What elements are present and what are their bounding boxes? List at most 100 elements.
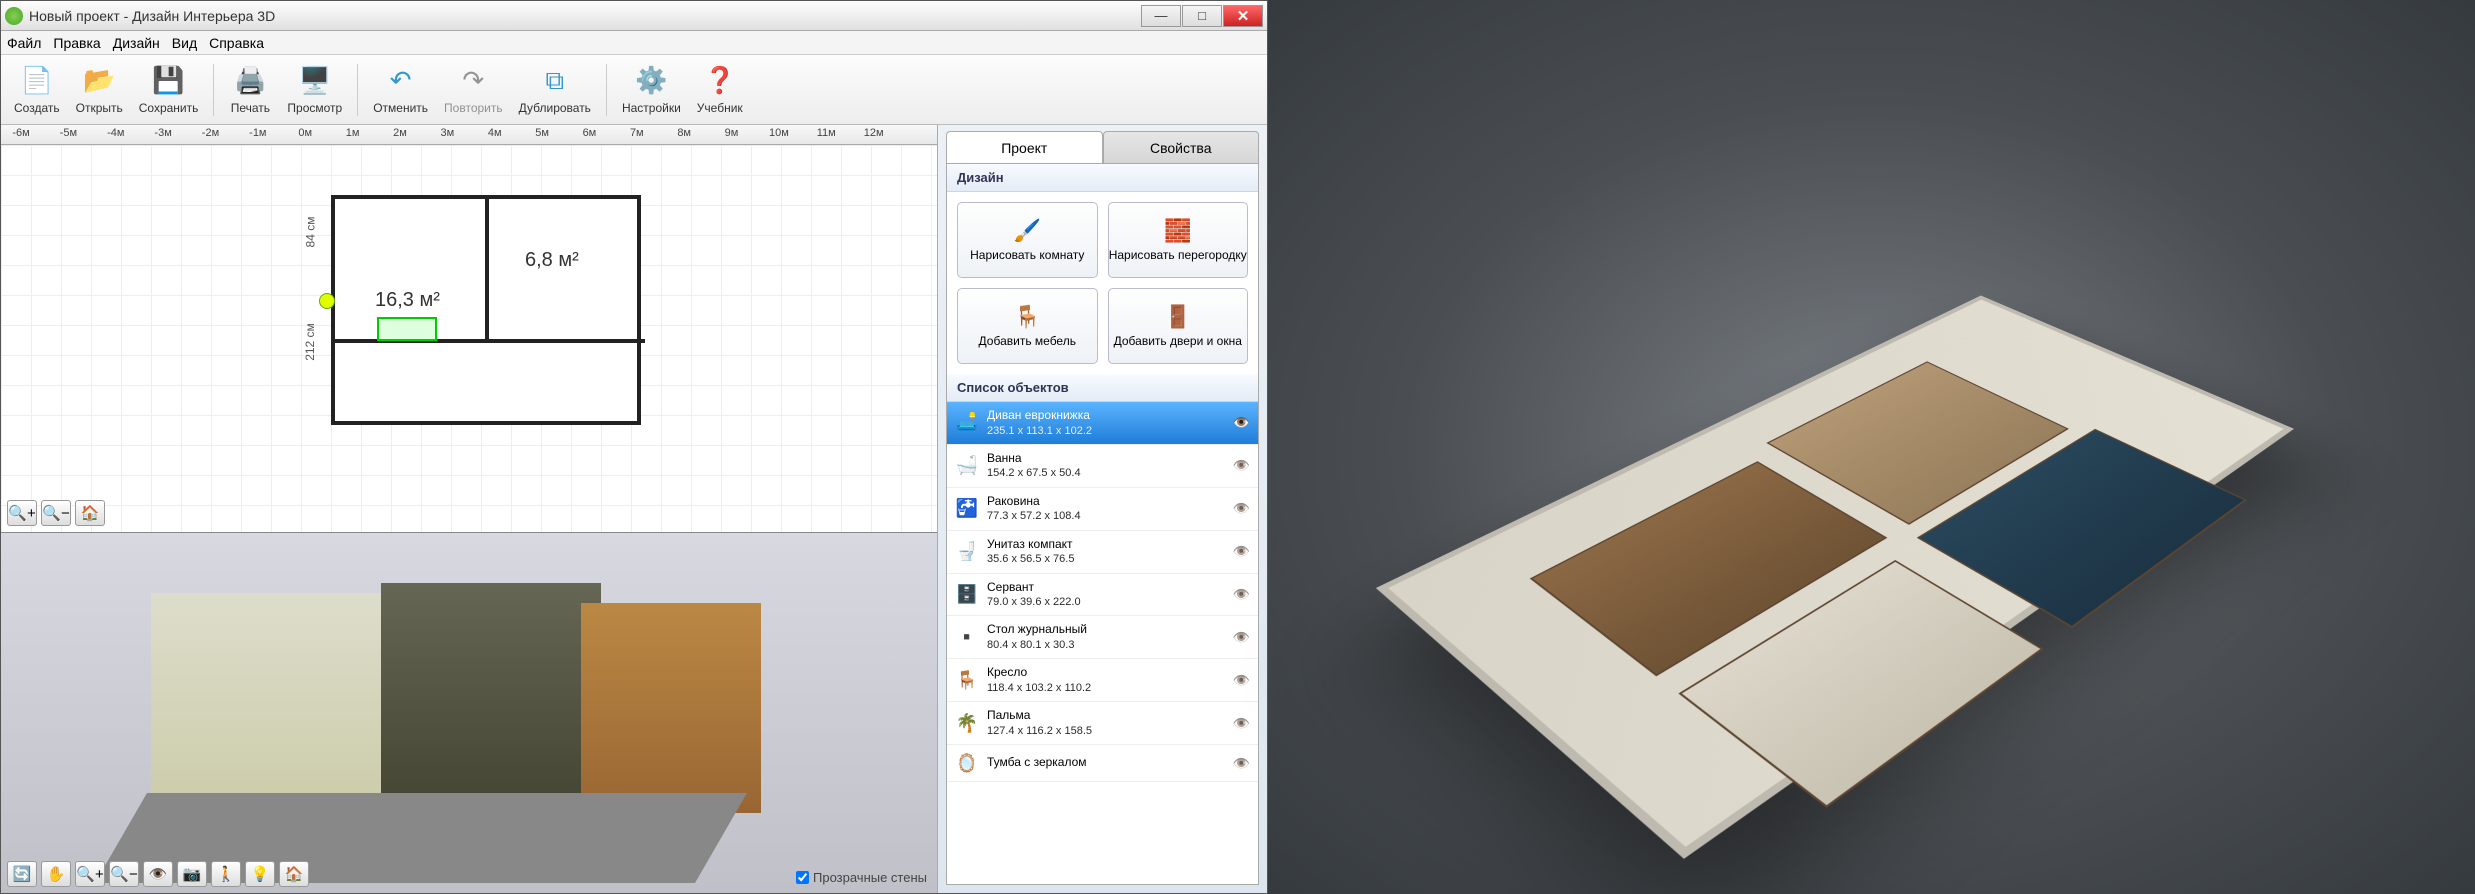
wall-mid — [381, 583, 601, 813]
app-icon — [5, 7, 23, 25]
draw-room-button[interactable]: 🖌️Нарисовать комнату — [957, 202, 1098, 278]
walk-button[interactable]: 🚶 — [211, 861, 241, 887]
visibility-icon[interactable]: 👁️ — [1233, 672, 1250, 689]
plan-nav-controls: 🔍+ 🔍− 🏠 — [7, 500, 105, 526]
preview-button[interactable]: 🖥️Просмотр — [280, 59, 349, 121]
redo-button[interactable]: ↷Повторить — [437, 59, 510, 121]
isometric-scene — [1392, 97, 2352, 797]
object-icon: 🚰 — [955, 497, 979, 521]
home-button[interactable]: 🏠 — [75, 500, 105, 526]
menu-edit[interactable]: Правка — [53, 35, 100, 51]
maximize-button[interactable]: □ — [1182, 5, 1222, 27]
floorplan-view[interactable]: 16,3 м² 6,8 м² 84 см 212 см 🔍+ 🔍− 🏠 — [1, 145, 937, 533]
visibility-icon[interactable]: 👁️ — [1233, 586, 1250, 603]
zoom-out-button[interactable]: 🔍− — [41, 500, 71, 526]
app-window: Новый проект - Дизайн Интерьера 3D — □ ✕… — [0, 0, 1268, 894]
view-mode-button[interactable]: 👁️ — [143, 861, 173, 887]
tab-project[interactable]: Проект — [946, 131, 1103, 163]
visibility-icon[interactable]: 👁️ — [1233, 755, 1250, 772]
menu-view[interactable]: Вид — [172, 35, 197, 51]
list-item[interactable]: 🌴Пальма127.4 x 116.2 x 158.5👁️ — [947, 702, 1258, 745]
visibility-icon[interactable]: 👁️ — [1233, 629, 1250, 646]
ruler-tick-label: 1м — [346, 127, 360, 139]
home-3d-button[interactable]: 🏠 — [279, 861, 309, 887]
object-dims: 118.4 x 103.2 x 110.2 — [987, 681, 1225, 695]
canvas-area: -6м-5м-4м-3м-2м-1м0м1м2м3м4м5м6м7м8м9м10… — [1, 125, 937, 893]
settings-button[interactable]: ⚙️Настройки — [615, 59, 688, 121]
list-item[interactable]: 🚽Унитаз компакт35.6 x 56.5 x 76.5👁️ — [947, 531, 1258, 574]
duplicate-button[interactable]: ⧉Дублировать — [512, 59, 598, 121]
ruler-tick-label: -4м — [107, 127, 124, 139]
list-item[interactable]: 🪞Тумба с зеркалом👁️ — [947, 745, 1258, 782]
visibility-icon[interactable]: 👁️ — [1233, 715, 1250, 732]
list-item[interactable]: 🪑Кресло118.4 x 103.2 x 110.2👁️ — [947, 659, 1258, 702]
object-icon: 🚽 — [955, 540, 979, 564]
zoom-in-3d-button[interactable]: 🔍+ — [75, 861, 105, 887]
object-icon: 🛋️ — [955, 411, 979, 435]
create-button[interactable]: 📄Создать — [7, 59, 67, 121]
object-list[interactable]: 🛋️ Диван еврокнижка235.1 x 113.1 x 102.2 👁… — [947, 402, 1258, 884]
object-name: Сервант — [987, 580, 1225, 596]
design-section-header: Дизайн — [947, 164, 1258, 192]
save-button[interactable]: 💾Сохранить — [132, 59, 206, 121]
light-button[interactable]: 💡 — [245, 861, 275, 887]
menu-help[interactable]: Справка — [209, 35, 264, 51]
menu-file[interactable]: Файл — [7, 35, 41, 51]
selected-sofa[interactable] — [377, 317, 437, 341]
brush-icon: 🖌️ — [1014, 218, 1041, 244]
separator — [606, 64, 607, 116]
tab-properties[interactable]: Свойства — [1103, 131, 1260, 163]
zoom-in-button[interactable]: 🔍+ — [7, 500, 37, 526]
visibility-icon[interactable]: 👁️ — [1233, 414, 1250, 431]
zoom-out-3d-button[interactable]: 🔍− — [109, 861, 139, 887]
ruler-tick-label: -6м — [12, 127, 29, 139]
resize-handle[interactable] — [319, 293, 335, 309]
object-text: Сервант79.0 x 39.6 x 222.0 — [987, 580, 1225, 610]
separator — [213, 64, 214, 116]
save-icon: 💾 — [153, 65, 185, 97]
object-name: Пальма — [987, 708, 1225, 724]
list-item[interactable]: 🛁Ванна154.2 x 67.5 x 50.4👁️ — [947, 445, 1258, 488]
object-dims: 235.1 x 113.1 x 102.2 — [987, 424, 1225, 438]
ruler-tick-label: 11м — [817, 127, 836, 139]
visibility-icon[interactable]: 👁️ — [1233, 500, 1250, 517]
list-item[interactable]: 🚰Раковина77.3 x 57.2 x 108.4👁️ — [947, 488, 1258, 531]
print-button[interactable]: 🖨️Печать — [222, 59, 278, 121]
menu-design[interactable]: Дизайн — [113, 35, 160, 51]
add-furniture-button[interactable]: 🪑Добавить мебель — [957, 288, 1098, 364]
pan-button[interactable]: ✋ — [41, 861, 71, 887]
ruler-tick-label: 7м — [630, 127, 644, 139]
orbit-button[interactable]: 🔄 — [7, 861, 37, 887]
3d-nav-controls: 🔄 ✋ 🔍+ 🔍− 👁️ 📷 🚶 💡 🏠 — [7, 861, 309, 887]
3d-view[interactable]: 🔄 ✋ 🔍+ 🔍− 👁️ 📷 🚶 💡 🏠 Прозрачные стены — [1, 533, 937, 893]
close-button[interactable]: ✕ — [1223, 5, 1263, 27]
minimize-button[interactable]: — — [1141, 5, 1181, 27]
panel-body: Дизайн 🖌️Нарисовать комнату 🧱Нарисовать … — [946, 163, 1259, 885]
ruler-tick-label: 6м — [583, 127, 597, 139]
transparent-walls-checkbox[interactable]: Прозрачные стены — [796, 870, 927, 885]
transparent-walls-input[interactable] — [796, 871, 809, 884]
object-dims: 154.2 x 67.5 x 50.4 — [987, 466, 1225, 480]
iso-base — [1375, 296, 2293, 859]
gear-icon: ⚙️ — [635, 65, 667, 97]
door-icon: 🚪 — [1164, 304, 1191, 330]
object-text: Диван еврокнижка235.1 x 113.1 x 102.2 — [987, 408, 1225, 438]
tutorial-button[interactable]: ❓Учебник — [690, 59, 750, 121]
visibility-icon[interactable]: 👁️ — [1233, 543, 1250, 560]
ruler-horizontal: -6м-5м-4м-3м-2м-1м0м1м2м3м4м5м6м7м8м9м10… — [1, 125, 937, 145]
list-item[interactable]: ▪️Стол журнальный80.4 x 80.1 x 30.3👁️ — [947, 616, 1258, 659]
list-item[interactable]: 🛋️ Диван еврокнижка235.1 x 113.1 x 102.2 👁… — [947, 402, 1258, 445]
undo-button[interactable]: ↶Отменить — [366, 59, 435, 121]
list-item[interactable]: 🗄️Сервант79.0 x 39.6 x 222.0👁️ — [947, 574, 1258, 617]
ruler-tick-label: 9м — [725, 127, 739, 139]
outer-walls: 16,3 м² 6,8 м² — [331, 195, 641, 425]
visibility-icon[interactable]: 👁️ — [1233, 457, 1250, 474]
draw-wall-button[interactable]: 🧱Нарисовать перегородку — [1108, 202, 1249, 278]
dim-label-h: 84 см — [303, 217, 317, 248]
camera-button[interactable]: 📷 — [177, 861, 207, 887]
object-text: Кресло118.4 x 103.2 x 110.2 — [987, 665, 1225, 695]
open-button[interactable]: 📂Открыть — [69, 59, 130, 121]
wall-icon: 🧱 — [1164, 218, 1191, 244]
add-doors-button[interactable]: 🚪Добавить двери и окна — [1108, 288, 1249, 364]
render-preview — [1268, 0, 2475, 894]
